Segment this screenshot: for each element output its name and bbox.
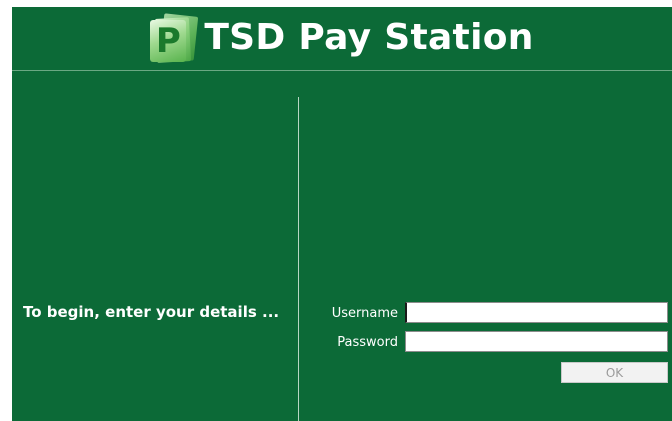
- login-window: P TSD Pay Station To begin, enter your d…: [12, 7, 672, 421]
- pay-station-logo-icon: P: [150, 13, 199, 63]
- username-input[interactable]: [405, 302, 668, 323]
- ok-button[interactable]: OK: [561, 362, 668, 383]
- login-prompt: To begin, enter your details ...: [23, 303, 280, 321]
- logo-letter: P: [150, 20, 187, 62]
- app-header: P TSD Pay Station: [12, 7, 672, 69]
- header-divider: [12, 70, 672, 71]
- password-label: Password: [337, 335, 398, 350]
- vertical-divider: [298, 97, 299, 421]
- username-label: Username: [331, 306, 398, 321]
- app-title: TSD Pay Station: [204, 17, 534, 58]
- password-input[interactable]: [405, 331, 668, 352]
